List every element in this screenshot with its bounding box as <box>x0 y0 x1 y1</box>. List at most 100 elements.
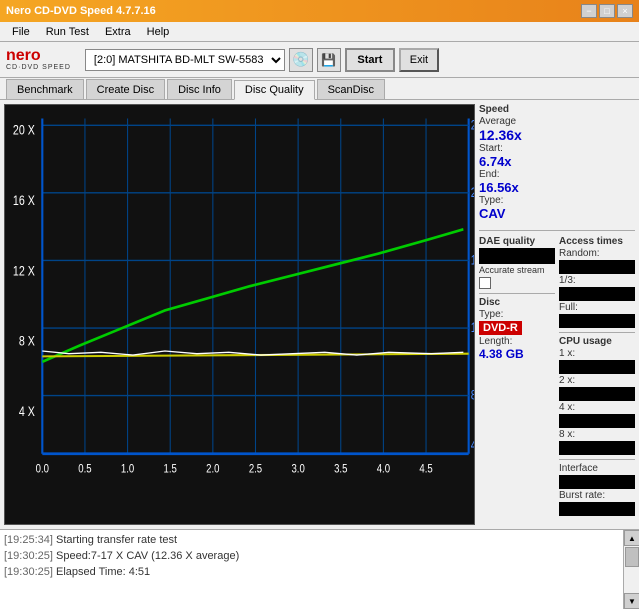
tab-disc-quality[interactable]: Disc Quality <box>234 80 315 100</box>
tab-scandisc[interactable]: ScanDisc <box>317 79 385 99</box>
close-button[interactable]: × <box>617 4 633 18</box>
svg-text:8: 8 <box>471 387 474 403</box>
dae-bar <box>479 248 555 264</box>
maximize-button[interactable]: □ <box>599 4 615 18</box>
speed-group: Speed Average 12.36x Start: 6.74x End: 1… <box>479 104 635 221</box>
scroll-down-button[interactable]: ▼ <box>624 593 639 609</box>
cpu-2x-bar <box>559 387 635 401</box>
disc-type-value: DVD-R <box>479 321 522 335</box>
interface-label: Interface <box>559 463 635 474</box>
cpu-2x-label: 2 x: <box>559 375 635 386</box>
log-scrollbar[interactable]: ▲ ▼ <box>623 530 639 609</box>
tab-bar: Benchmark Create Disc Disc Info Disc Qua… <box>0 78 639 100</box>
svg-text:12: 12 <box>471 320 474 336</box>
speed-section-title: Speed <box>479 104 635 115</box>
menu-file[interactable]: File <box>4 24 38 40</box>
burst-label: Burst rate: <box>559 490 635 501</box>
cpu-1x-bar <box>559 360 635 374</box>
svg-text:3.5: 3.5 <box>334 463 347 476</box>
tab-disc-info[interactable]: Disc Info <box>167 79 232 99</box>
exit-button[interactable]: Exit <box>399 48 439 72</box>
start-label: Start: <box>479 143 635 154</box>
log-area: [19:25:34] Starting transfer rate test [… <box>0 529 639 609</box>
cpu-4x-label: 4 x: <box>559 402 635 413</box>
menu-help[interactable]: Help <box>139 24 178 40</box>
log-text-1: Speed:7-17 X CAV (12.36 X average) <box>56 550 239 562</box>
average-label: Average <box>479 116 635 127</box>
log-time-1: [19:30:25] <box>4 550 53 562</box>
full-label: Full: <box>559 302 635 313</box>
scroll-track <box>624 546 639 593</box>
type-value: CAV <box>479 206 635 221</box>
svg-text:0.5: 0.5 <box>78 463 91 476</box>
log-content: [19:25:34] Starting transfer rate test [… <box>0 530 623 609</box>
scroll-up-button[interactable]: ▲ <box>624 530 639 546</box>
full-bar <box>559 314 635 328</box>
nero-logo: nero <box>6 47 71 65</box>
log-time-2: [19:30:25] <box>4 566 53 578</box>
cpu-8x-bar <box>559 441 635 455</box>
accurate-stream-checkbox[interactable] <box>479 277 491 289</box>
tab-create-disc[interactable]: Create Disc <box>86 79 165 99</box>
divider-1 <box>479 230 635 231</box>
divider-2 <box>479 293 555 294</box>
right-col: Access times Random: 1/3: Full: CPU usag… <box>559 236 635 520</box>
start-value: 6.74x <box>479 154 635 169</box>
cpu-group: CPU usage 1 x: 2 x: 4 x: 8 x: <box>559 336 635 455</box>
access-section-title: Access times <box>559 236 635 247</box>
svg-text:20: 20 <box>471 185 474 201</box>
log-entry-2: [19:30:25] Elapsed Time: 4:51 <box>4 564 619 580</box>
cpu-1x-label: 1 x: <box>559 348 635 359</box>
start-button[interactable]: Start <box>345 48 395 72</box>
svg-text:2.0: 2.0 <box>206 463 219 476</box>
right-cols: DAE quality Accurate stream Disc Type: D… <box>479 236 635 520</box>
svg-text:24: 24 <box>471 117 474 133</box>
log-time-0: [19:25:34] <box>4 534 53 546</box>
accurate-stream-checkbox-area <box>479 277 555 289</box>
one-third-bar <box>559 287 635 301</box>
right-panel: Speed Average 12.36x Start: 6.74x End: 1… <box>479 100 639 529</box>
svg-text:0.0: 0.0 <box>36 463 49 476</box>
save-icon-button[interactable]: 💾 <box>317 48 341 72</box>
svg-text:1.5: 1.5 <box>164 463 177 476</box>
chart-svg: 20 X 16 X 12 X 8 X 4 X <box>5 105 474 524</box>
minimize-button[interactable]: − <box>581 4 597 18</box>
interface-bar <box>559 475 635 489</box>
one-third-label: 1/3: <box>559 275 635 286</box>
disc-section-title: Disc <box>479 297 555 308</box>
window-title: Nero CD-DVD Speed 4.7.7.16 <box>6 5 156 17</box>
dae-section-title: DAE quality <box>479 236 555 247</box>
window-controls[interactable]: − □ × <box>581 4 633 18</box>
svg-text:8 X: 8 X <box>19 333 35 349</box>
divider-3 <box>559 332 635 333</box>
main-content: 20 X 16 X 12 X 8 X 4 X <box>0 100 639 529</box>
svg-text:16: 16 <box>471 252 474 268</box>
nero-sub: CD·DVD SPEED <box>6 64 71 72</box>
disc-group: Disc Type: DVD-R Length: 4.38 GB <box>479 297 555 361</box>
accurate-stream-label: Accurate stream <box>479 265 555 275</box>
cpu-8x-label: 8 x: <box>559 429 635 440</box>
dae-group: DAE quality Accurate stream <box>479 236 555 289</box>
tab-benchmark[interactable]: Benchmark <box>6 79 84 99</box>
menu-run-test[interactable]: Run Test <box>38 24 97 40</box>
scroll-thumb[interactable] <box>625 547 639 567</box>
svg-text:3.0: 3.0 <box>291 463 304 476</box>
svg-text:20 X: 20 X <box>13 123 35 139</box>
nero-logo-area: nero CD·DVD SPEED <box>6 47 71 72</box>
drive-select[interactable]: [2:0] MATSHITA BD-MLT SW-5583 1049 <box>85 49 285 71</box>
cpu-section-title: CPU usage <box>559 336 635 347</box>
access-times-group: Access times Random: 1/3: Full: <box>559 236 635 328</box>
svg-text:4.0: 4.0 <box>377 463 390 476</box>
log-entry-1: [19:30:25] Speed:7-17 X CAV (12.36 X ave… <box>4 548 619 564</box>
toolbar: nero CD·DVD SPEED [2:0] MATSHITA BD-MLT … <box>0 42 639 78</box>
disc-length-value: 4.38 GB <box>479 347 555 361</box>
svg-text:1.0: 1.0 <box>121 463 134 476</box>
menu-extra[interactable]: Extra <box>97 24 139 40</box>
type-label: Type: <box>479 195 635 206</box>
burst-bar <box>559 502 635 516</box>
svg-text:2.5: 2.5 <box>249 463 262 476</box>
svg-text:4: 4 <box>471 437 474 453</box>
left-col: DAE quality Accurate stream Disc Type: D… <box>479 236 555 520</box>
title-bar: Nero CD-DVD Speed 4.7.7.16 − □ × <box>0 0 639 22</box>
disc-icon-button[interactable]: 💿 <box>289 48 313 72</box>
